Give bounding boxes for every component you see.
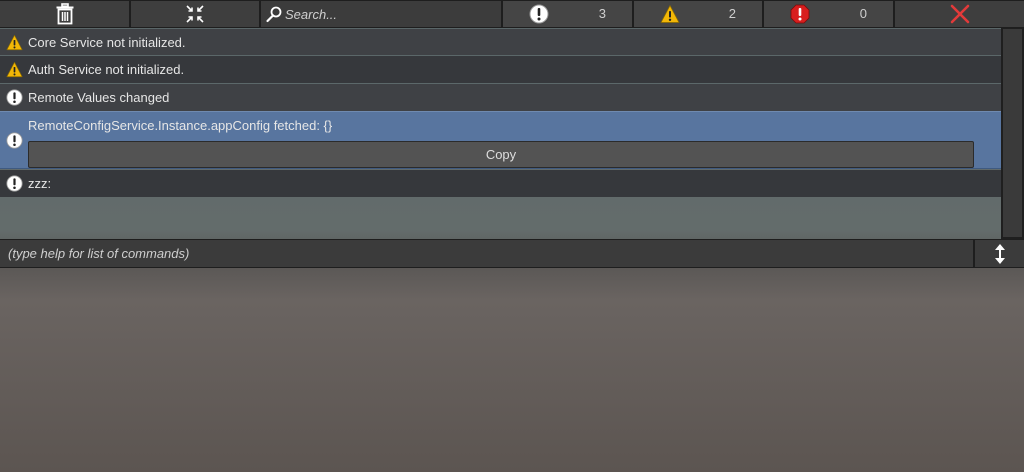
vertical-resize-icon: [994, 243, 1005, 264]
info-circle-icon: [6, 132, 23, 149]
magnifier-icon: [266, 6, 282, 23]
error-circle-icon: [790, 4, 810, 24]
copy-button[interactable]: Copy: [28, 141, 974, 168]
error-filter-button[interactable]: 0: [764, 1, 893, 27]
log-entry-5[interactable]: zzz:: [0, 170, 1001, 197]
search-input[interactable]: [283, 3, 495, 25]
warning-count: 2: [728, 6, 736, 21]
log-scrollbar[interactable]: [1001, 28, 1024, 239]
error-count: 0: [859, 6, 867, 21]
log-message: RemoteConfigService.Instance.appConfig f…: [28, 118, 333, 133]
toolbar: 3 2 0: [0, 0, 1024, 28]
command-input[interactable]: [0, 240, 968, 267]
log-message: Remote Values changed: [28, 90, 170, 105]
warning-filter-button[interactable]: 2: [634, 1, 762, 27]
collapse-arrows-icon: [186, 5, 204, 23]
log-entry-2[interactable]: Auth Service not initialized.: [0, 56, 1001, 83]
log-message: Core Service not initialized.: [28, 35, 186, 50]
trash-icon: [56, 3, 73, 25]
info-circle-icon: [529, 4, 549, 24]
clear-logs-button[interactable]: [0, 1, 129, 27]
info-circle-icon: [6, 175, 23, 192]
log-message: Auth Service not initialized.: [28, 62, 185, 77]
log-panel: Core Service not initialized. Auth Servi…: [0, 28, 1024, 239]
warning-triangle-icon: [6, 61, 23, 78]
log-entry-3[interactable]: Remote Values changed: [0, 84, 1001, 111]
info-filter-button[interactable]: 3: [503, 1, 632, 27]
info-circle-icon: [6, 89, 23, 106]
scrollbar-thumb[interactable]: [1003, 29, 1022, 237]
log-entry-4-selected[interactable]: RemoteConfigService.Instance.appConfig f…: [0, 111, 1001, 169]
resize-button[interactable]: [975, 240, 1024, 267]
log-message: zzz:: [28, 176, 52, 191]
close-button[interactable]: [895, 1, 1024, 27]
search-box: [261, 1, 501, 27]
command-input-container: [0, 240, 973, 267]
warning-triangle-icon: [6, 34, 23, 51]
close-x-icon: [950, 4, 969, 24]
log-entry-1[interactable]: Core Service not initialized.: [0, 29, 1001, 55]
warning-triangle-icon: [660, 5, 680, 23]
command-bar: [0, 239, 1024, 268]
collapse-logs-button[interactable]: [131, 1, 259, 27]
info-count: 3: [598, 6, 606, 21]
